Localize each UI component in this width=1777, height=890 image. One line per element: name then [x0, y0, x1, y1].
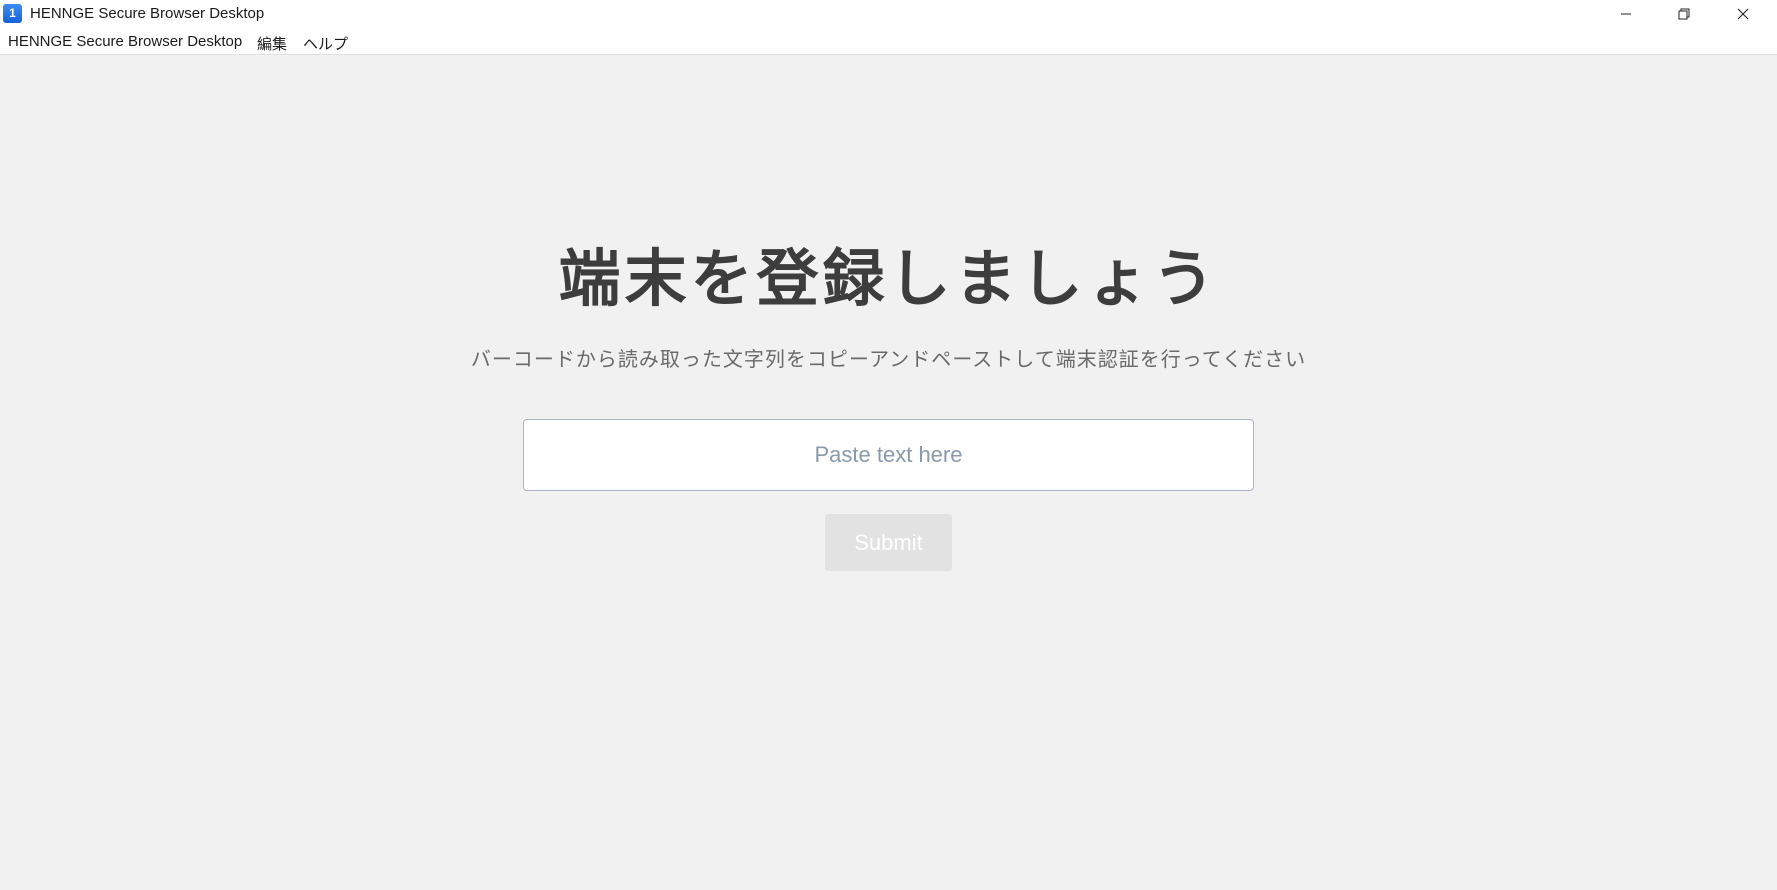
page-subtitle: バーコードから読み取った文字列をコピーアンドペーストして端末認証を行ってください — [470, 347, 1307, 371]
menu-help[interactable]: ヘルプ — [303, 33, 348, 54]
menubar: HENNGE Secure Browser Desktop 編集 ヘルプ — [0, 27, 1777, 55]
restore-icon — [1678, 8, 1690, 20]
main-content: 端末を登録しましょう バーコードから読み取った文字列をコピーアンドペーストして端… — [0, 55, 1777, 890]
minimize-icon — [1620, 8, 1632, 20]
restore-button[interactable] — [1655, 0, 1713, 27]
close-button[interactable] — [1714, 0, 1772, 27]
window-titlebar: 1 HENNGE Secure Browser Desktop — [0, 0, 1777, 27]
window-title: HENNGE Secure Browser Desktop — [30, 5, 265, 22]
paste-text-input[interactable] — [523, 419, 1254, 491]
app-icon: 1 — [3, 4, 22, 23]
page-title: 端末を登録しましょう — [558, 242, 1219, 315]
close-icon — [1737, 8, 1749, 20]
submit-button[interactable]: Submit — [825, 514, 952, 571]
menu-app[interactable]: HENNGE Secure Browser Desktop — [8, 33, 242, 50]
menu-edit[interactable]: 編集 — [257, 33, 287, 54]
minimize-button[interactable] — [1597, 0, 1655, 27]
